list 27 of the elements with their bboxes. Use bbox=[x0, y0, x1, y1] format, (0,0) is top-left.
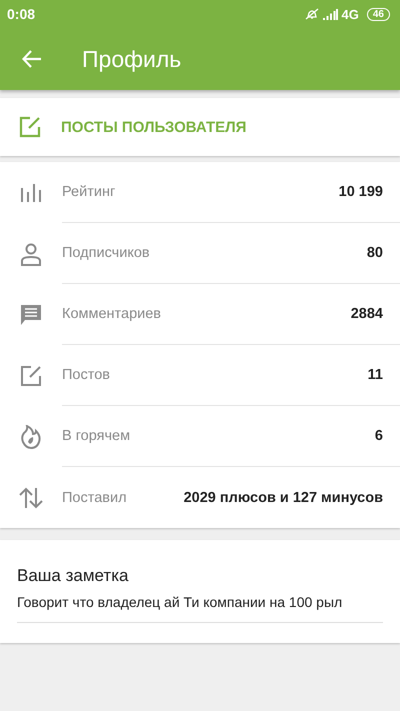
stat-label: Подписчиков bbox=[62, 245, 150, 261]
network-type: 4G bbox=[342, 6, 359, 22]
alarm-off-icon bbox=[304, 8, 319, 20]
stat-value: 80 bbox=[366, 245, 383, 261]
up-down-arrows-icon bbox=[19, 486, 43, 508]
note-title: Ваша заметка bbox=[17, 566, 130, 586]
status-time: 0:08 bbox=[7, 6, 36, 22]
stat-label: Поставил bbox=[62, 490, 127, 506]
stat-value: 2884 bbox=[350, 306, 383, 322]
signal-icon bbox=[322, 8, 338, 20]
stat-label: Постов bbox=[62, 367, 110, 383]
comment-icon bbox=[20, 304, 42, 326]
stat-label: Комментариев bbox=[62, 306, 161, 322]
person-icon bbox=[19, 242, 43, 266]
flame-icon bbox=[21, 424, 41, 448]
edit-icon bbox=[20, 364, 42, 386]
stat-value: 11 bbox=[368, 367, 383, 383]
bar-chart-icon bbox=[20, 184, 42, 202]
stat-label: Рейтинг bbox=[62, 184, 116, 200]
note-field[interactable]: Говорит что владелец ай Ти компании на 100 рыл bbox=[17, 594, 383, 623]
stat-label: В горячем bbox=[62, 428, 130, 444]
stat-value: 6 bbox=[374, 428, 383, 444]
edit-icon bbox=[19, 116, 41, 138]
screen-title: Профиль bbox=[82, 46, 182, 72]
stat-value: 10 199 bbox=[338, 184, 383, 200]
battery-indicator: 46 bbox=[366, 8, 390, 20]
stat-value: 2029 плюсов и 127 минусов bbox=[184, 490, 383, 506]
